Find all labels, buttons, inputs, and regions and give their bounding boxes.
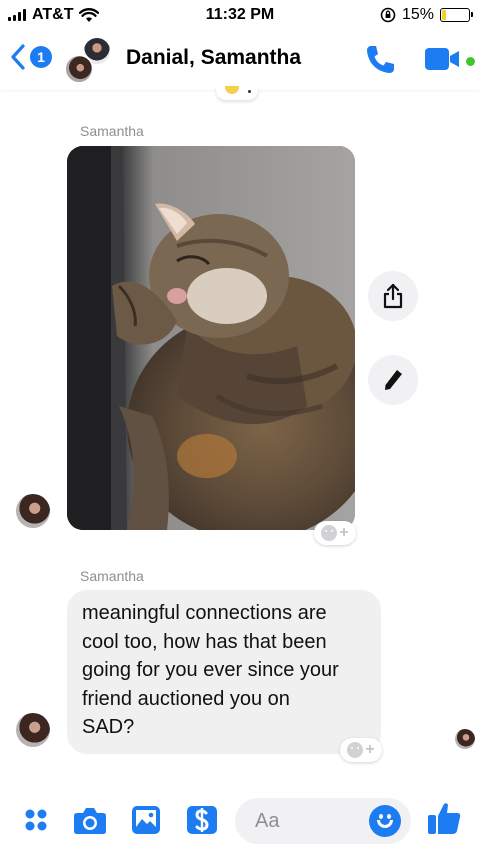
- thumbs-up-icon: [428, 803, 461, 834]
- add-reaction-button[interactable]: +: [340, 738, 382, 762]
- more-dots-icon: [25, 809, 47, 831]
- camera-button[interactable]: [72, 802, 108, 838]
- phone-icon: [367, 46, 394, 73]
- message-composer: [0, 796, 480, 846]
- more-actions-button[interactable]: [18, 802, 54, 838]
- sender-avatar[interactable]: [16, 713, 50, 747]
- edit-pencil-icon: [385, 370, 402, 390]
- video-call-button[interactable]: [422, 44, 462, 74]
- emoji-icon[interactable]: [369, 805, 401, 837]
- add-reaction-button[interactable]: +: [314, 521, 356, 545]
- unread-badge: 1: [30, 46, 52, 68]
- orientation-lock-icon: [380, 7, 396, 23]
- share-icon: [383, 283, 403, 309]
- gallery-button[interactable]: [128, 802, 164, 838]
- chevron-left-icon: [11, 44, 25, 70]
- sender-name: Samantha: [80, 123, 144, 139]
- read-receipt-avatar: [455, 729, 475, 749]
- payment-icon: [187, 806, 217, 834]
- previous-message-reaction[interactable]: [216, 86, 258, 100]
- sender-name: Samantha: [80, 568, 144, 584]
- battery-fill: [442, 10, 446, 20]
- like-button[interactable]: [426, 800, 462, 836]
- status-bar: AT&T 11:32 PM 15%: [0, 0, 480, 30]
- share-photo-button[interactable]: [368, 271, 418, 321]
- gallery-icon: [132, 806, 160, 834]
- payment-button[interactable]: [184, 802, 220, 838]
- cat-photo[interactable]: [67, 146, 355, 530]
- back-button[interactable]: 1: [10, 43, 52, 71]
- status-right: 15%: [380, 6, 473, 24]
- edit-photo-button[interactable]: [368, 355, 418, 405]
- conversation-title[interactable]: Danial, Samantha: [126, 46, 301, 70]
- voice-call-button[interactable]: [362, 42, 398, 78]
- avatar-samantha: [64, 54, 94, 84]
- battery-percent: 15%: [401, 6, 434, 23]
- conversation-header: 1 Danial, Samantha: [0, 30, 480, 90]
- group-avatar[interactable]: [64, 36, 114, 84]
- smiley-icon: [347, 742, 364, 758]
- video-camera-icon: [425, 48, 459, 70]
- online-status-dot: [466, 57, 475, 66]
- smiley-icon: [321, 525, 338, 541]
- sender-avatar[interactable]: [16, 494, 50, 528]
- message-bubble[interactable]: meaningful connections are cool too, how…: [67, 590, 381, 754]
- battery-icon: [440, 8, 473, 22]
- camera-icon: [74, 808, 106, 834]
